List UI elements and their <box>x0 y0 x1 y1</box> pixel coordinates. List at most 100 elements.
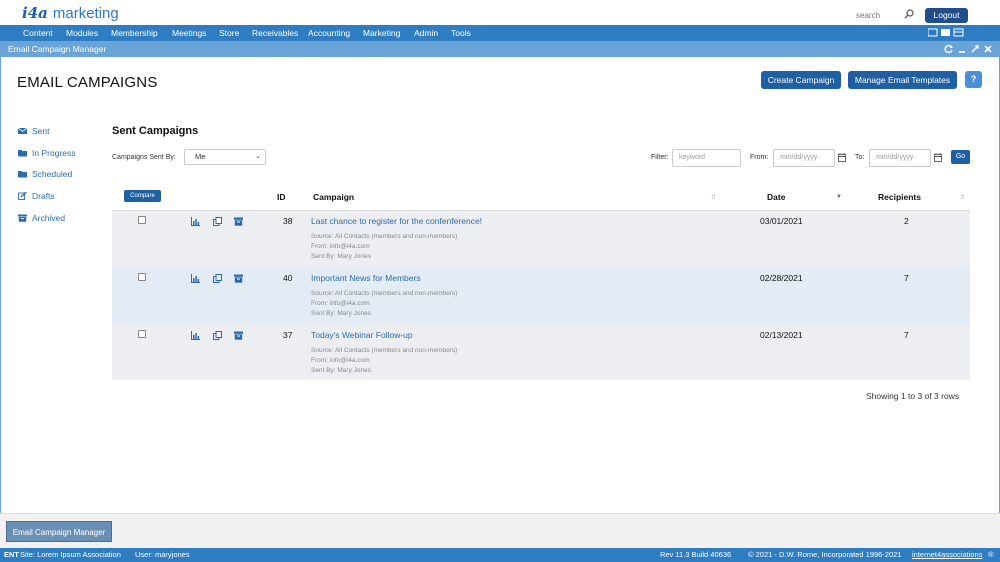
manage-email-templates-button[interactable]: Manage Email Templates <box>848 71 957 89</box>
campaign-link[interactable]: Important News for Members <box>311 273 421 283</box>
folder-icon <box>18 149 27 157</box>
close-icon[interactable] <box>983 44 993 54</box>
bar-chart-icon[interactable] <box>191 217 200 226</box>
row-recipients: 7 <box>904 273 909 283</box>
copy-icon[interactable] <box>213 274 222 283</box>
compare-button[interactable]: Compare <box>124 190 161 202</box>
site-name: Site: Lorem Ipsum Association <box>20 550 121 559</box>
main-nav: Content Modules Membership Meetings Stor… <box>0 25 1000 41</box>
help-button[interactable]: ? <box>965 71 982 88</box>
brand-logo[interactable]: i4a marketing <box>22 4 119 22</box>
logout-button[interactable]: Logout <box>925 8 968 23</box>
sent-by-value: Me <box>195 152 206 161</box>
sidebar-item-scheduled[interactable]: Scheduled <box>18 168 72 180</box>
archive-icon[interactable] <box>234 331 243 340</box>
filter-input[interactable]: keyword <box>672 149 741 167</box>
nav-item-admin[interactable]: Admin <box>414 28 438 38</box>
brand-app-name: marketing <box>52 5 119 22</box>
campaign-source: Source: All Contacts (members and non-me… <box>311 290 458 297</box>
company-link[interactable]: internet4associations <box>912 550 982 559</box>
envelope-icon <box>18 127 27 134</box>
nav-item-meetings[interactable]: Meetings <box>172 28 207 38</box>
page-title: EMAIL CAMPAIGNS <box>17 74 158 91</box>
row-date: 03/01/2021 <box>760 216 803 226</box>
brand-logo-mark: i4a <box>22 4 48 22</box>
nav-item-receivables[interactable]: Receivables <box>252 28 298 38</box>
go-button[interactable]: Go <box>951 150 970 164</box>
campaign-sent-by: Sent By: Mary Jones <box>311 253 371 260</box>
campaign-link[interactable]: Last chance to register for the confenfe… <box>311 216 482 226</box>
sidebar-item-label: Scheduled <box>32 168 73 179</box>
nav-item-content[interactable]: Content <box>23 28 53 38</box>
nav-item-modules[interactable]: Modules <box>66 28 98 38</box>
bar-chart-icon[interactable] <box>191 274 200 283</box>
row-date: 02/28/2021 <box>760 273 803 283</box>
sidebar-item-label: In Progress <box>32 147 76 158</box>
column-header-campaign[interactable]: Campaign <box>313 192 354 202</box>
sidebar-item-label: Drafts <box>32 190 55 201</box>
folder-icon <box>18 170 27 178</box>
sort-icon[interactable]: ⇵ <box>711 194 716 201</box>
sent-by-label: Campaigns Sent By: <box>112 154 176 161</box>
calendar-icon[interactable] <box>934 153 942 162</box>
refresh-icon[interactable] <box>944 44 954 54</box>
top-bar: i4amarketing Logout <box>0 0 1000 25</box>
archive-icon[interactable] <box>234 217 243 226</box>
user-name: User: maryjones <box>135 550 190 559</box>
copyright: © 2021 - D.W. Rome, Incorporated 1996-20… <box>748 550 902 559</box>
campaign-from: From: info@i4a.com <box>311 300 370 307</box>
from-date-input[interactable]: mm/dd/yyyy <box>773 149 835 167</box>
campaign-link[interactable]: Today's Webinar Follow-up <box>311 330 413 340</box>
nav-item-store[interactable]: Store <box>219 28 239 38</box>
window-switch-icons[interactable] <box>927 28 976 40</box>
sidebar-item-sent[interactable]: Sent <box>18 125 50 137</box>
archive-icon[interactable] <box>234 274 243 283</box>
sort-icon[interactable]: ⇵ <box>960 194 965 201</box>
nav-item-accounting[interactable]: Accounting <box>308 28 350 38</box>
window-title-bar[interactable]: Email Campaign Manager <box>0 41 1000 57</box>
sidebar-item-in-progress[interactable]: In Progress <box>18 147 75 159</box>
search-icon[interactable] <box>904 9 914 19</box>
calendar-icon[interactable] <box>838 153 846 162</box>
column-header-id[interactable]: ID <box>277 192 286 202</box>
nav-item-membership[interactable]: Membership <box>111 28 158 38</box>
campaign-from: From: info@i4a.com <box>311 357 370 364</box>
expand-icon[interactable] <box>970 44 980 54</box>
nav-item-tools[interactable]: Tools <box>451 28 471 38</box>
row-recipients: 2 <box>904 216 909 226</box>
window-title: Email Campaign Manager <box>8 44 107 54</box>
from-label: From: <box>750 154 769 161</box>
create-campaign-button[interactable]: Create Campaign <box>761 71 841 89</box>
row-date: 02/13/2021 <box>760 330 803 340</box>
archive-icon <box>18 214 27 222</box>
row-checkbox[interactable] <box>138 216 146 224</box>
chevron-down-icon: ⌄ <box>255 153 261 160</box>
taskbar-window-button[interactable]: Email Campaign Manager <box>6 521 112 542</box>
row-checkbox[interactable] <box>138 273 146 281</box>
to-label: To: <box>855 154 865 161</box>
column-header-date[interactable]: Date <box>767 192 785 202</box>
row-id: 38 <box>283 216 293 226</box>
minimize-icon[interactable] <box>957 44 967 54</box>
sent-by-select[interactable]: Me ⌄ <box>184 149 266 165</box>
sidebar-item-label: Sent <box>32 125 50 136</box>
copy-icon[interactable] <box>213 217 222 226</box>
filter-label: Filter: <box>651 154 669 161</box>
copy-icon[interactable] <box>213 331 222 340</box>
sidebar-item-label: Archived <box>32 212 66 223</box>
environment-badge: ENT <box>4 550 19 559</box>
campaign-sent-by: Sent By: Mary Jones <box>311 310 371 317</box>
to-date-input[interactable]: mm/dd/yyyy <box>869 149 931 167</box>
pagination-info: Showing 1 to 3 of 3 rows <box>866 391 960 401</box>
nav-item-marketing[interactable]: Marketing <box>363 28 400 38</box>
column-header-recipients[interactable]: Recipients <box>878 192 921 202</box>
bar-chart-icon[interactable] <box>191 331 200 340</box>
status-bar: ENT Site: Lorem Ipsum Association User: … <box>0 548 1000 562</box>
sidebar-item-drafts[interactable]: Drafts <box>18 190 55 202</box>
campaign-from: From: info@i4a.com <box>311 243 370 250</box>
sidebar-item-archived[interactable]: Archived <box>18 212 65 224</box>
section-title: Sent Campaigns <box>112 125 199 137</box>
row-checkbox[interactable] <box>138 330 146 338</box>
registered-icon: ® <box>988 550 994 559</box>
sort-desc-icon[interactable]: ▼ <box>836 194 842 200</box>
